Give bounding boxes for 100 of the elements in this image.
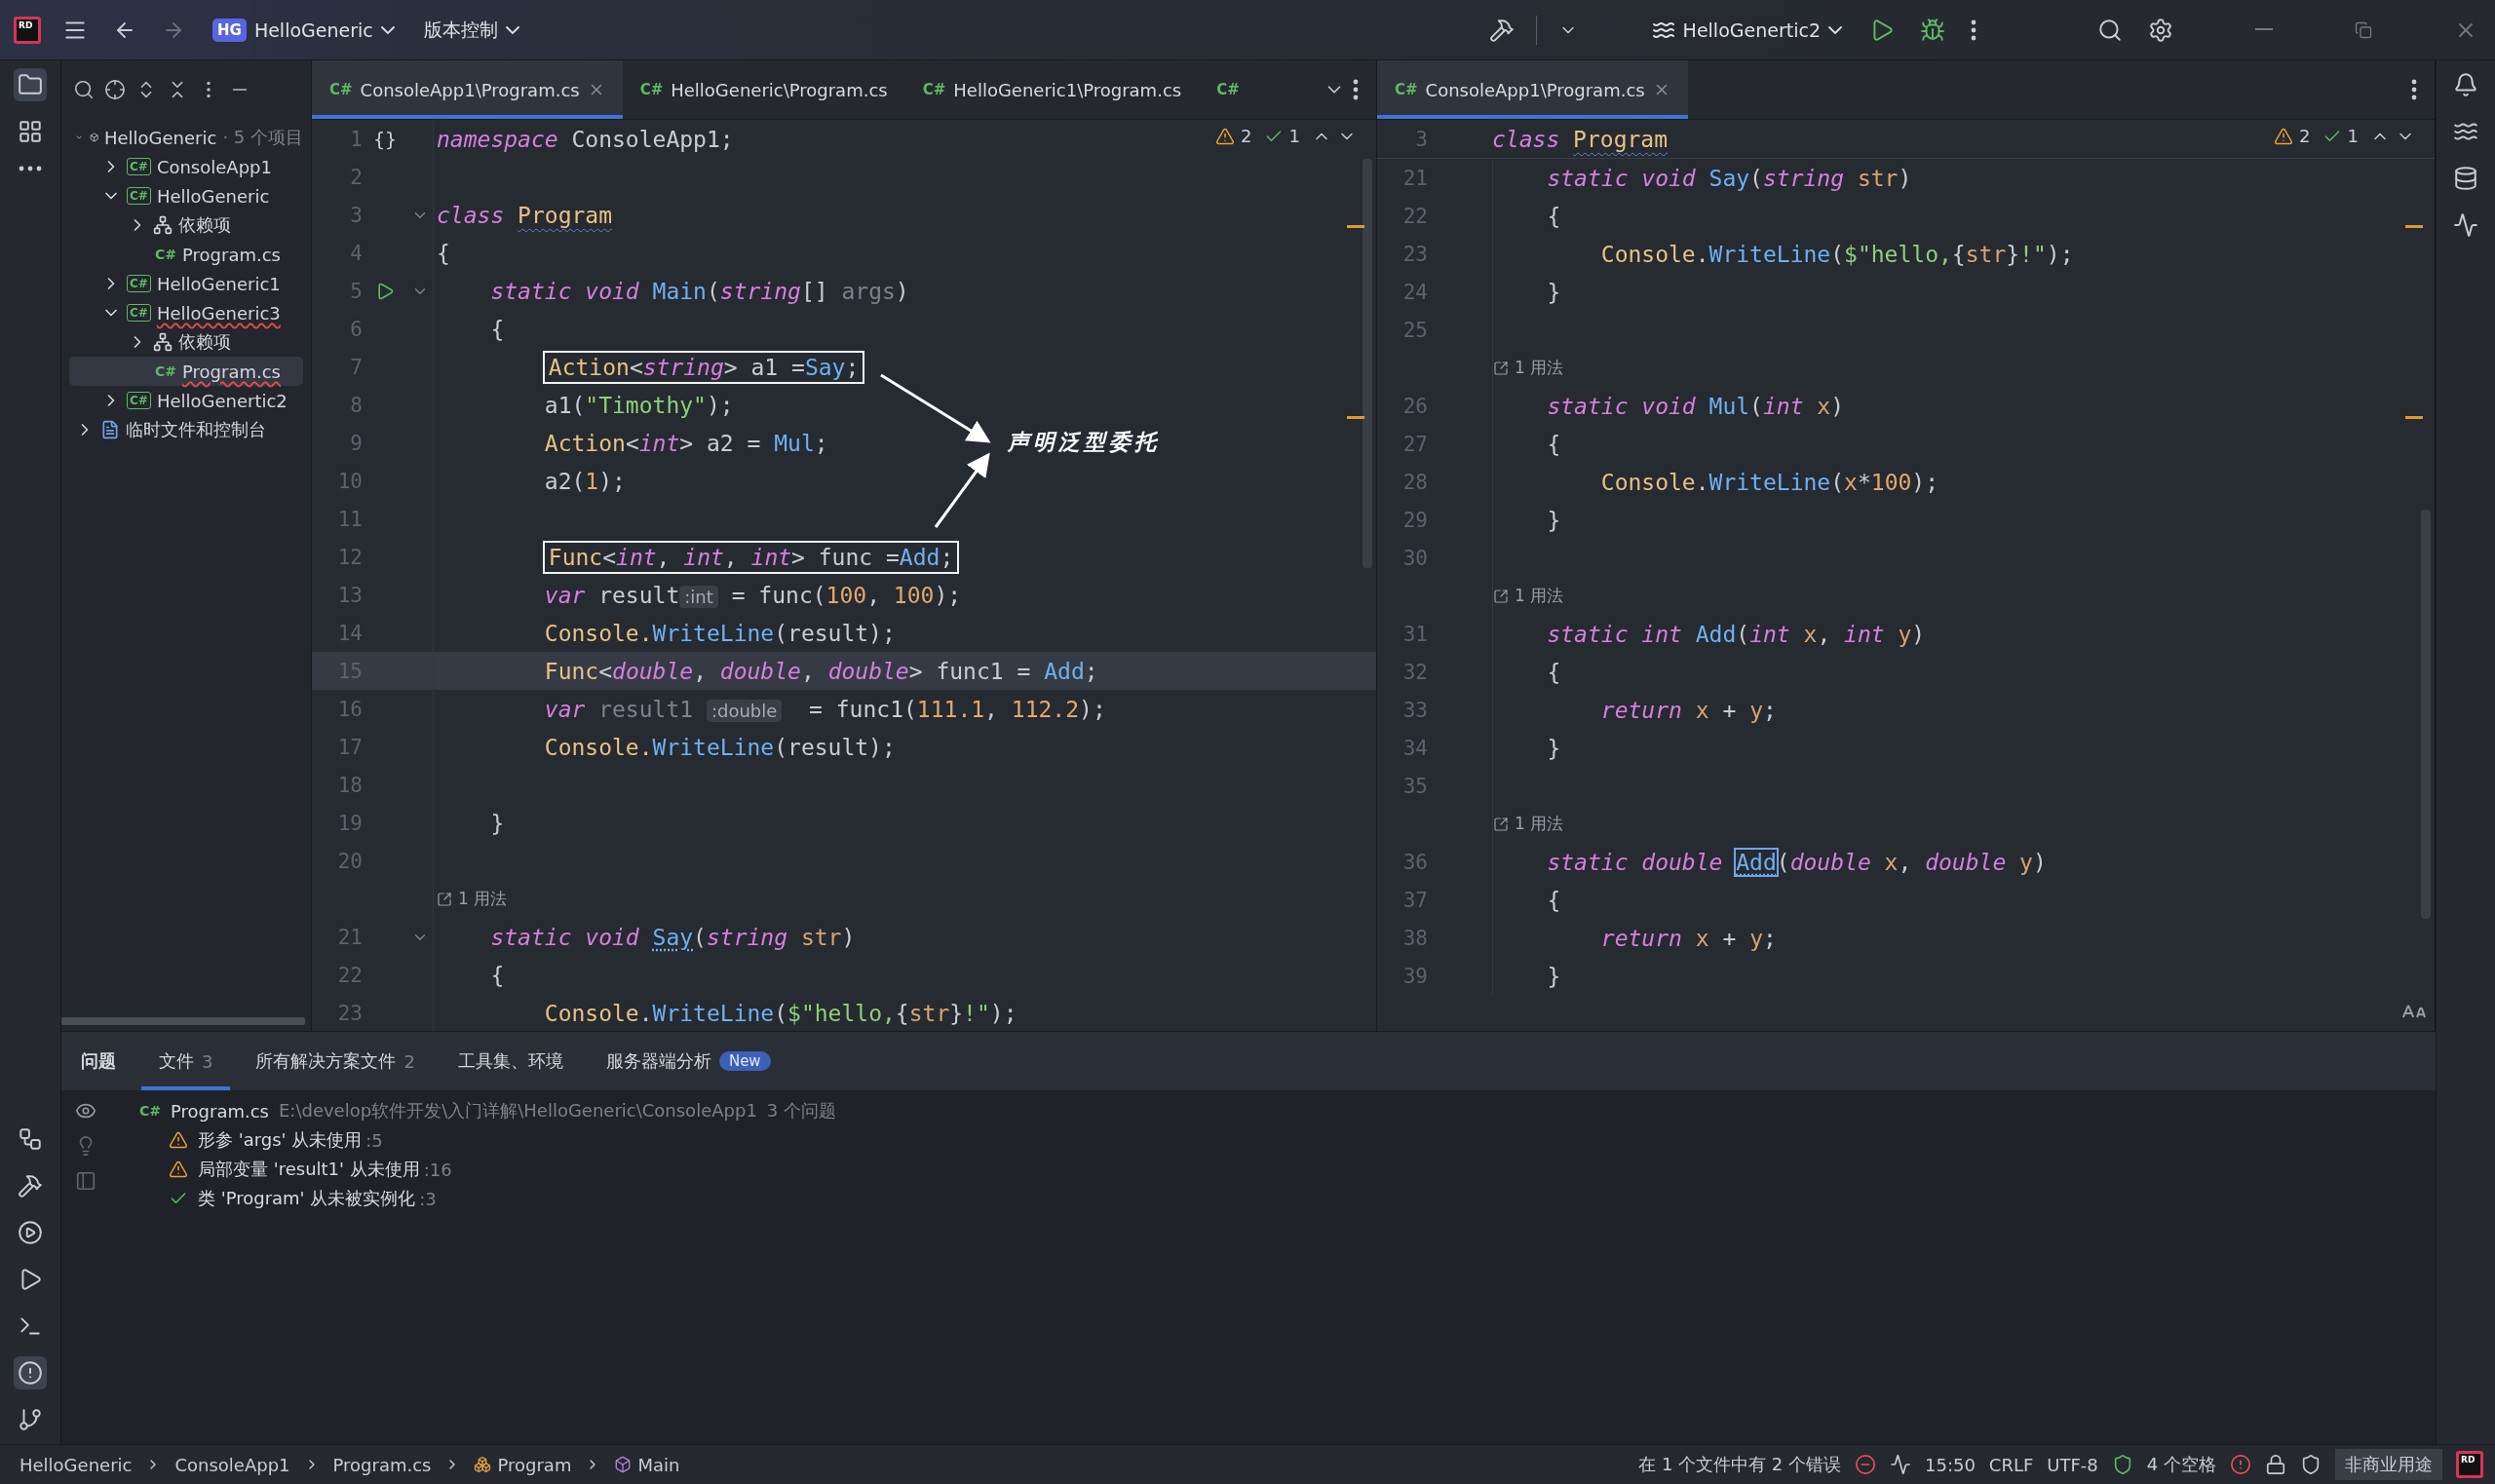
- tree-item[interactable]: C# HelloGeneric1: [69, 269, 303, 298]
- editor-tab[interactable]: C# HelloGeneric1\Program.cs: [904, 60, 1200, 119]
- warning-count[interactable]: 2: [1241, 126, 1252, 146]
- locate-icon[interactable]: [104, 79, 126, 100]
- line-number: 35: [1401, 774, 1428, 798]
- line-number: 19: [336, 811, 363, 835]
- more-tools-icon: [19, 166, 42, 171]
- tree-item[interactable]: C# ConsoleApp1: [69, 152, 303, 181]
- tree-item-label: 临时文件和控制台: [126, 418, 266, 441]
- code-line: static void Say(string str): [1546, 165, 1912, 191]
- panel-title: 问题: [80, 1049, 117, 1073]
- lock-icon[interactable]: [2265, 1454, 2286, 1475]
- code-line: {: [489, 962, 505, 988]
- code-line: class Program: [437, 202, 613, 228]
- file-encoding[interactable]: UTF-8: [2047, 1454, 2098, 1475]
- line-number: 3: [1414, 127, 1428, 151]
- line-number: 18: [336, 773, 363, 797]
- tree-item-label: HelloGenertic2: [156, 390, 288, 411]
- panel-tab[interactable]: 工具集、环境: [440, 1032, 581, 1090]
- problem-item[interactable]: 形参 'args' 从未使用 :5: [110, 1125, 2436, 1155]
- shield-icon[interactable]: [2300, 1454, 2322, 1475]
- usage-hint[interactable]: 1 用法: [437, 888, 508, 910]
- line-ending[interactable]: CRLF: [1988, 1454, 2034, 1475]
- caret-position[interactable]: 15:50: [1925, 1454, 1976, 1475]
- problem-file-row[interactable]: C# Program.cs E:\develop软件开发\入门详解\HelloGeneric\ConsoleApp1 3 个问题: [110, 1096, 2436, 1125]
- more-icon: [2411, 79, 2417, 100]
- line-number: 23: [1401, 242, 1428, 266]
- warning-icon: [169, 1130, 188, 1150]
- ok-count[interactable]: 1: [2347, 126, 2359, 146]
- tree-item-label: HelloGeneric: [156, 185, 270, 207]
- project-selector[interactable]: HG HelloGeneric: [207, 14, 401, 46]
- line-number: 28: [1401, 470, 1428, 494]
- code-line: var result1 :double = func1(111.1, 112.2);: [543, 696, 1106, 722]
- code-line: }: [1546, 963, 1561, 989]
- caret-icon: [380, 25, 395, 34]
- scratch-icon: [100, 420, 120, 439]
- tree-item[interactable]: C# Program.cs: [69, 240, 303, 269]
- breadcrumb[interactable]: Program: [474, 1454, 572, 1475]
- license-label[interactable]: 非商业用途: [2335, 1449, 2442, 1480]
- usage-hint[interactable]: 1 用法: [1493, 585, 1564, 607]
- alert-icon[interactable]: [2230, 1454, 2251, 1475]
- code-line: Console.WriteLine($"hello,{str}!");: [543, 1000, 1017, 1026]
- editor-tab[interactable]: C# ConsoleApp1\Program.cs: [312, 60, 623, 119]
- problem-item[interactable]: 局部变量 'result1' 从未使用 :16: [110, 1155, 2436, 1184]
- minimize-icon: [2255, 28, 2273, 31]
- error-summary[interactable]: 在 1 个文件中有 2 个错误: [1638, 1453, 1841, 1476]
- line-number: 29: [1401, 508, 1428, 532]
- line-number: 33: [1401, 698, 1428, 722]
- editor-tab[interactable]: C# HelloGeneric\Program.cs: [622, 60, 905, 119]
- breadcrumb[interactable]: Main: [614, 1454, 680, 1475]
- code-line: static int Add(int x, int y): [1546, 621, 1926, 647]
- warning-count[interactable]: 2: [2299, 126, 2311, 146]
- line-number: 38: [1401, 926, 1428, 950]
- tree-item[interactable]: HelloGeneric · 5 个项目: [69, 123, 303, 152]
- run-configuration[interactable]: HelloGenertic2: [1645, 14, 1848, 46]
- editor-tab[interactable]: C#: [1199, 60, 1257, 119]
- indent-setting[interactable]: 4 个空格: [2146, 1453, 2216, 1476]
- panel-tab[interactable]: 所有解决方案文件 2: [238, 1032, 433, 1090]
- usage-hint[interactable]: 1 用法: [1493, 813, 1564, 835]
- code-line: {: [1546, 887, 1561, 913]
- app-logo[interactable]: RD: [2456, 1451, 2483, 1478]
- code-line: Console.WriteLine(x*100);: [1599, 469, 1939, 495]
- notifications-icon: [2453, 72, 2478, 97]
- breadcrumb[interactable]: Program.cs: [332, 1454, 432, 1475]
- breadcrumb[interactable]: ConsoleApp1: [174, 1454, 290, 1475]
- run-icon[interactable]: [375, 281, 395, 301]
- breadcrumb[interactable]: HelloGeneric: [19, 1454, 133, 1475]
- vcs-menu[interactable]: 版本控制: [417, 13, 525, 47]
- search-icon[interactable]: [73, 79, 95, 100]
- warning-icon: [169, 1160, 188, 1179]
- tree-item[interactable]: 临时文件和控制台: [69, 415, 303, 444]
- error-icon[interactable]: [1855, 1454, 1876, 1475]
- panel-tab[interactable]: 服务器端分析 New: [588, 1032, 788, 1090]
- line-number: 17: [336, 735, 363, 759]
- code-line: return x + y;: [1599, 925, 1777, 951]
- line-number: 22: [336, 963, 363, 987]
- scrollbar[interactable]: [1363, 159, 1372, 568]
- editor-tab[interactable]: C# ConsoleApp1\Program.cs: [1377, 60, 1688, 119]
- problem-item[interactable]: 类 'Program' 从未被实例化 :3: [110, 1184, 2436, 1213]
- new-badge: New: [718, 1051, 771, 1071]
- usage-hint[interactable]: 1 用法: [1493, 357, 1564, 379]
- class-icon: [474, 1456, 492, 1473]
- preview-icon[interactable]: [75, 1170, 96, 1192]
- tree-item[interactable]: 依赖项: [69, 210, 303, 240]
- search-icon: [2097, 17, 2123, 43]
- ok-count[interactable]: 1: [1288, 126, 1300, 146]
- tree-item[interactable]: C# HelloGenertic2: [69, 386, 303, 415]
- tree-item[interactable]: C# HelloGeneric: [69, 181, 303, 210]
- tree-item[interactable]: C# HelloGeneric3: [69, 298, 303, 327]
- tree-item[interactable]: C# Program.cs: [69, 357, 303, 386]
- scrollbar[interactable]: [61, 1017, 305, 1025]
- tree-item[interactable]: 依赖项: [69, 327, 303, 357]
- app-logo[interactable]: RD: [14, 16, 41, 44]
- more-icon: [1971, 19, 1977, 41]
- code-line: Func<double, double, double> func1 = Add;: [543, 658, 1098, 684]
- debug-icon: [1920, 17, 1945, 43]
- code-analysis-icon[interactable]: [1890, 1454, 1911, 1475]
- problems-tool-button[interactable]: [14, 1356, 47, 1389]
- project-tool-button[interactable]: [14, 68, 47, 101]
- panel-tab[interactable]: 文件 3: [141, 1032, 231, 1090]
